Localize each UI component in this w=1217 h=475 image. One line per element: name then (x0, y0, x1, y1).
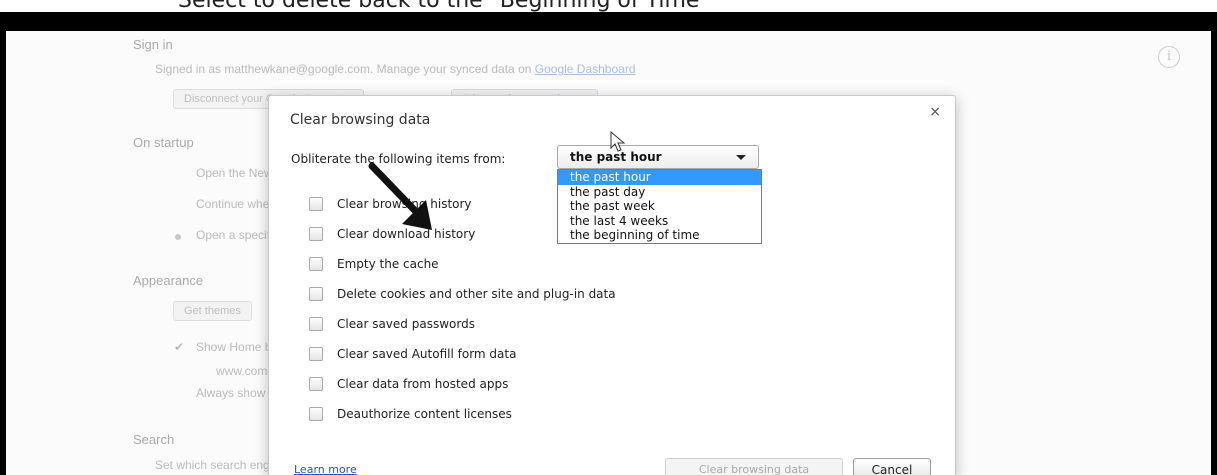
dialog-title: Clear browsing data (290, 112, 431, 128)
checkbox[interactable] (309, 227, 323, 241)
signin-text: Signed in as matthewkane@google.com. Man… (155, 62, 636, 76)
checkbox[interactable] (309, 347, 323, 361)
google-dashboard-link[interactable]: Google Dashboard (535, 62, 636, 76)
option-browsing-history[interactable]: Clear browsing history (309, 189, 616, 219)
checkbox[interactable] (309, 407, 323, 421)
chevron-down-icon (736, 155, 746, 160)
checkbox[interactable] (309, 287, 323, 301)
option-delete-cookies[interactable]: Delete cookies and other site and plug-i… (309, 279, 616, 309)
video-frame: Sign in Signed in as matthewkane@google.… (0, 12, 1217, 475)
clear-options-list: Clear browsing history Clear download hi… (309, 189, 616, 429)
checkbox-label: Clear saved passwords (337, 317, 475, 331)
checkbox[interactable] (309, 317, 323, 331)
signin-description: Signed in as matthewkane@google.com. Man… (155, 62, 532, 76)
checkbox-label: Clear saved Autofill form data (337, 347, 517, 361)
mouse-cursor-icon (610, 131, 626, 152)
option-content-licenses[interactable]: Deauthorize content licenses (309, 399, 616, 429)
check-icon: ✔ (174, 340, 185, 354)
appearance-heading: Appearance (133, 273, 204, 288)
period-option-past-hour[interactable]: the past hour (558, 170, 761, 185)
search-heading: Search (133, 432, 175, 447)
info-icon[interactable]: i (1158, 46, 1180, 68)
startup-heading: On startup (133, 135, 194, 150)
checkbox[interactable] (309, 257, 323, 271)
cancel-button[interactable]: Cancel (853, 458, 931, 475)
learn-more-link[interactable]: Learn more (294, 463, 357, 475)
home-url-text: www.com (216, 364, 268, 378)
close-icon[interactable]: × (929, 104, 941, 120)
settings-screen: Sign in Signed in as matthewkane@google.… (6, 31, 1211, 475)
option-empty-cache[interactable]: Empty the cache (309, 249, 616, 279)
radio-selected-icon (175, 234, 181, 240)
checkbox[interactable] (309, 197, 323, 211)
checkbox-label: Delete cookies and other site and plug-i… (337, 287, 616, 301)
period-select[interactable]: the past hour (557, 145, 759, 169)
checkbox-label: Deauthorize content licenses (337, 407, 512, 421)
option-download-history[interactable]: Clear download history (309, 219, 616, 249)
checkbox-label: Clear data from hosted apps (337, 377, 509, 391)
option-hosted-apps[interactable]: Clear data from hosted apps (309, 369, 616, 399)
signin-heading: Sign in (133, 37, 173, 52)
checkbox-label: Empty the cache (337, 257, 439, 271)
clear-browsing-data-button[interactable]: Clear browsing data (665, 458, 843, 475)
option-saved-passwords[interactable]: Clear saved passwords (309, 309, 616, 339)
arrow-pointer-icon (368, 162, 432, 230)
option-autofill-data[interactable]: Clear saved Autofill form data (309, 339, 616, 369)
get-themes-button[interactable]: Get themes (173, 301, 252, 321)
checkbox[interactable] (309, 377, 323, 391)
